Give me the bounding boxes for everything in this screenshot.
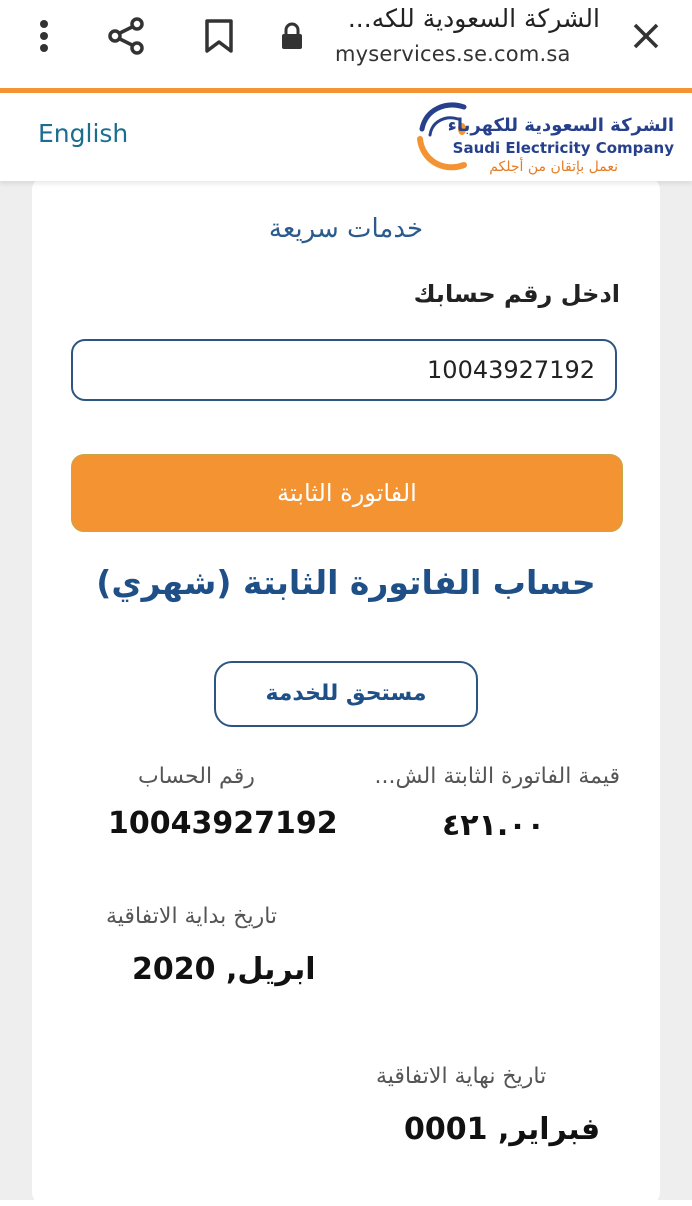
agreement-end-value: فبراير, 0001: [404, 1112, 601, 1147]
more-vert-icon[interactable]: [24, 14, 64, 58]
fixed-bill-value-label: قيمة الفاتورة الثابتة الش...: [374, 764, 621, 789]
account-number-input[interactable]: [71, 339, 617, 401]
address-bar-url[interactable]: myservices.se.com.sa: [335, 42, 571, 66]
account-number-field-label: رقم الحساب: [138, 764, 255, 789]
quick-services-card: خدمات سريعة ادخل رقم حسابك الفاتورة الثا…: [32, 176, 660, 1206]
agreement-end-label: تاريخ نهاية الاتفاقية: [376, 1064, 547, 1089]
logo-arabic-name: الشركة السعودية للكهرباء: [447, 115, 674, 136]
eligibility-status-badge: مستحق للخدمة: [214, 661, 478, 727]
quick-services-title: خدمات سريعة: [268, 214, 424, 244]
fixed-bill-button[interactable]: الفاتورة الثابتة: [71, 454, 623, 532]
browser-toolbar: الشركة السعودية للكه... myservices.se.co…: [0, 0, 692, 88]
site-header: English الشركة السعودية للكهرباء Saudi E…: [0, 93, 692, 181]
account-number-value: 10043927192: [108, 806, 338, 841]
fixed-bill-result-title: حساب الفاتورة الثابتة (شهري): [96, 563, 596, 602]
share-icon[interactable]: [106, 14, 146, 58]
agreement-start-label: تاريخ بداية الاتفاقية: [106, 904, 278, 929]
logo-english-name: Saudi Electricity Company: [452, 139, 674, 157]
fixed-bill-value: ٤٢١.٠٠: [442, 808, 545, 843]
company-logo[interactable]: الشركة السعودية للكهرباء Saudi Electrici…: [412, 93, 682, 181]
language-switch-link[interactable]: English: [38, 119, 128, 148]
lock-icon[interactable]: [272, 14, 312, 58]
close-icon[interactable]: [626, 14, 666, 58]
agreement-start-value: ابريل, 2020: [132, 952, 316, 987]
page-title: الشركة السعودية للكه...: [347, 4, 600, 33]
logo-tagline: نعمل بإتقان من أجلكم: [489, 159, 618, 175]
bookmark-icon[interactable]: [199, 14, 239, 58]
account-number-label: ادخل رقم حسابك: [413, 280, 620, 308]
